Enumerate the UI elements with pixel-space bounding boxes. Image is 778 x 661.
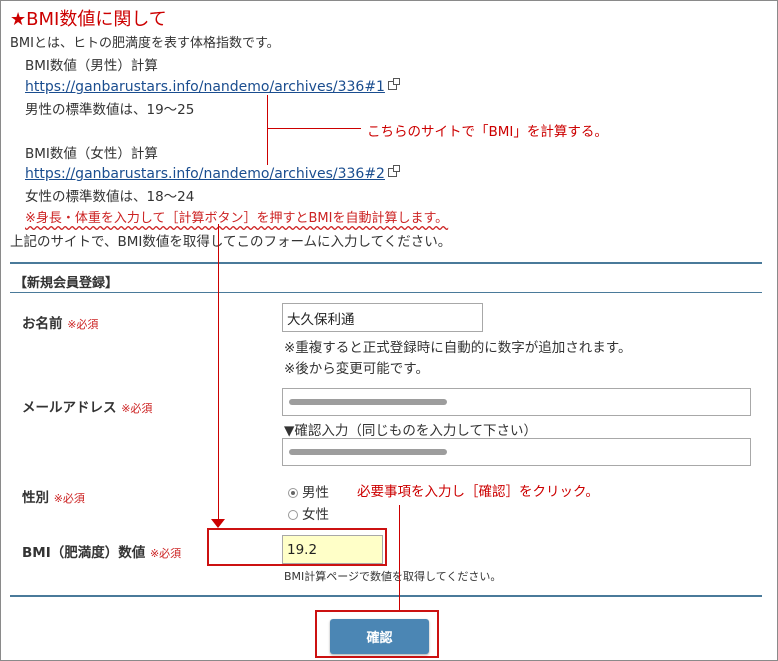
gender-option-female: 女性 — [302, 507, 329, 523]
bmi-label: BMI（肥満度）数値 ※必須 — [22, 541, 181, 561]
name-label: お名前 ※必須 — [22, 312, 98, 332]
section-separator-top — [10, 262, 762, 264]
female-calc-link-wrap[interactable]: https://ganbarustars.info/nandemo/archiv… — [25, 163, 400, 182]
required-mark: ※必須 — [67, 318, 99, 331]
intro-text: BMIとは、ヒトの肥満度を表す体格指数です。 — [10, 36, 280, 51]
annotation-connector-vertical — [267, 95, 268, 165]
redacted-email-blur — [289, 399, 447, 405]
name-note-changeable: ※後から変更可能です。 — [284, 361, 429, 377]
site-calc-annotation: こちらのサイトで「BMI」を計算する。 — [367, 124, 608, 140]
click-confirm-annotation: 必要事項を入力し［確認］をクリック。 — [357, 484, 599, 500]
male-calc-label: BMI数値（男性）計算 — [25, 58, 158, 74]
gender-radio-female[interactable]: 女性 — [288, 503, 329, 523]
instruction-text: 上記のサイトで、BMI数値を取得してこのフォームに入力してください。 — [10, 234, 452, 250]
auto-calc-note-text: ※身長・体重を入力して［計算ボタン］を押すとBMIを自動計算します。 — [25, 211, 449, 226]
male-calc-link[interactable]: https://ganbarustars.info/nandemo/archiv… — [25, 79, 385, 95]
external-link-icon — [387, 165, 400, 177]
female-standard-text: 女性の標準数値は、18～24 — [25, 189, 195, 205]
male-calc-link-wrap[interactable]: https://ganbarustars.info/nandemo/archiv… — [25, 76, 400, 95]
male-standard-text: 男性の標準数値は、19～25 — [25, 102, 195, 118]
email-label-text: メールアドレス — [22, 400, 117, 416]
required-mark: ※必須 — [121, 402, 153, 415]
name-input[interactable] — [282, 303, 483, 332]
name-note-duplicate: ※重複すると正式登録時に自動的に数字が追加されます。 — [284, 340, 632, 356]
arrow-shaft-to-bmi — [218, 224, 219, 520]
arrow-down-icon — [211, 519, 225, 528]
auto-calc-note: ※身長・体重を入力して［計算ボタン］を押すとBMIを自動計算します。 — [25, 207, 448, 226]
section-separator-mid — [10, 292, 762, 293]
required-mark: ※必須 — [53, 492, 85, 505]
external-link-icon — [387, 78, 400, 90]
bmi-note: BMI計算ページで数値を取得してください。 — [284, 570, 502, 583]
gender-radio-male[interactable]: 男性 — [288, 481, 329, 501]
section-title: 【新規会員登録】 — [14, 276, 119, 291]
email-confirm-input[interactable] — [282, 438, 751, 466]
female-calc-link[interactable]: https://ganbarustars.info/nandemo/archiv… — [25, 166, 385, 182]
radio-unselected-icon[interactable] — [288, 510, 298, 520]
redacted-email-blur — [289, 449, 447, 455]
annotation-connector-to-button — [399, 505, 400, 611]
annotation-connector-horizontal — [267, 128, 361, 129]
gender-label-text: 性別 — [22, 490, 49, 506]
name-label-text: お名前 — [22, 316, 63, 332]
female-calc-label: BMI数値（女性）計算 — [25, 146, 158, 162]
radio-selected-icon[interactable] — [288, 488, 298, 498]
confirm-button[interactable]: 確認 — [330, 619, 429, 654]
gender-label: 性別 ※必須 — [22, 486, 85, 506]
required-mark: ※必須 — [149, 547, 182, 560]
bmi-label-text: BMI（肥満度）数値 — [22, 545, 146, 561]
email-confirm-label: ▼確認入力（同じものを入力して下さい） — [284, 423, 537, 439]
page-title: ★BMI数値に関して — [10, 9, 167, 30]
email-input[interactable] — [282, 388, 751, 416]
bmi-highlight-box — [207, 528, 387, 566]
gender-option-male: 男性 — [302, 485, 329, 501]
email-label: メールアドレス ※必須 — [22, 396, 152, 416]
section-separator-bottom — [10, 595, 762, 597]
